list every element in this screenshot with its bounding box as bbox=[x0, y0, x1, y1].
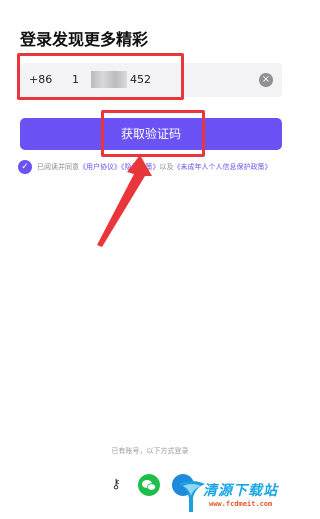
wechat-icon[interactable] bbox=[138, 474, 160, 496]
watermark-title: 清源下载站 bbox=[203, 483, 278, 499]
phone-input[interactable]: +86 1 452 × bbox=[20, 63, 282, 97]
user-agreement-link[interactable]: 《用户协议》 bbox=[79, 163, 121, 171]
qq-icon[interactable] bbox=[172, 474, 194, 496]
page-title: 登录发现更多精彩 bbox=[20, 30, 149, 49]
phone-number-suffix: 452 bbox=[130, 73, 151, 86]
get-code-button[interactable]: 获取验证码 bbox=[20, 118, 282, 150]
other-login-label: 已有账号，以下方式登录 bbox=[111, 447, 189, 455]
phone-number-blur-mask bbox=[91, 71, 127, 88]
privacy-policy-link[interactable]: 《隐私政策》 bbox=[121, 163, 160, 171]
clear-icon[interactable]: × bbox=[259, 73, 273, 87]
phone-number-prefix: 1 bbox=[72, 73, 79, 86]
agree-checkbox[interactable]: ✓ bbox=[18, 160, 32, 174]
watermark: 清源下载站 www.fcdmeit.com bbox=[177, 478, 297, 516]
watermark-url: www.fcdmeit.com bbox=[209, 500, 273, 508]
agreement-prefix: 已阅读并同意 bbox=[37, 163, 79, 171]
minor-policy-link[interactable]: 《未成年人个人信息保护政策》 bbox=[174, 163, 272, 171]
key-icon[interactable]: ⚷ bbox=[105, 474, 127, 496]
wechat-glyph bbox=[142, 480, 157, 491]
agreement-joiner: 以及 bbox=[159, 163, 174, 171]
country-code-selector[interactable]: +86 bbox=[29, 73, 52, 86]
agreement-text: 已阅读并同意《用户协议》《隐私政策》以及《未成年人个人信息保护政策》 bbox=[37, 162, 289, 172]
